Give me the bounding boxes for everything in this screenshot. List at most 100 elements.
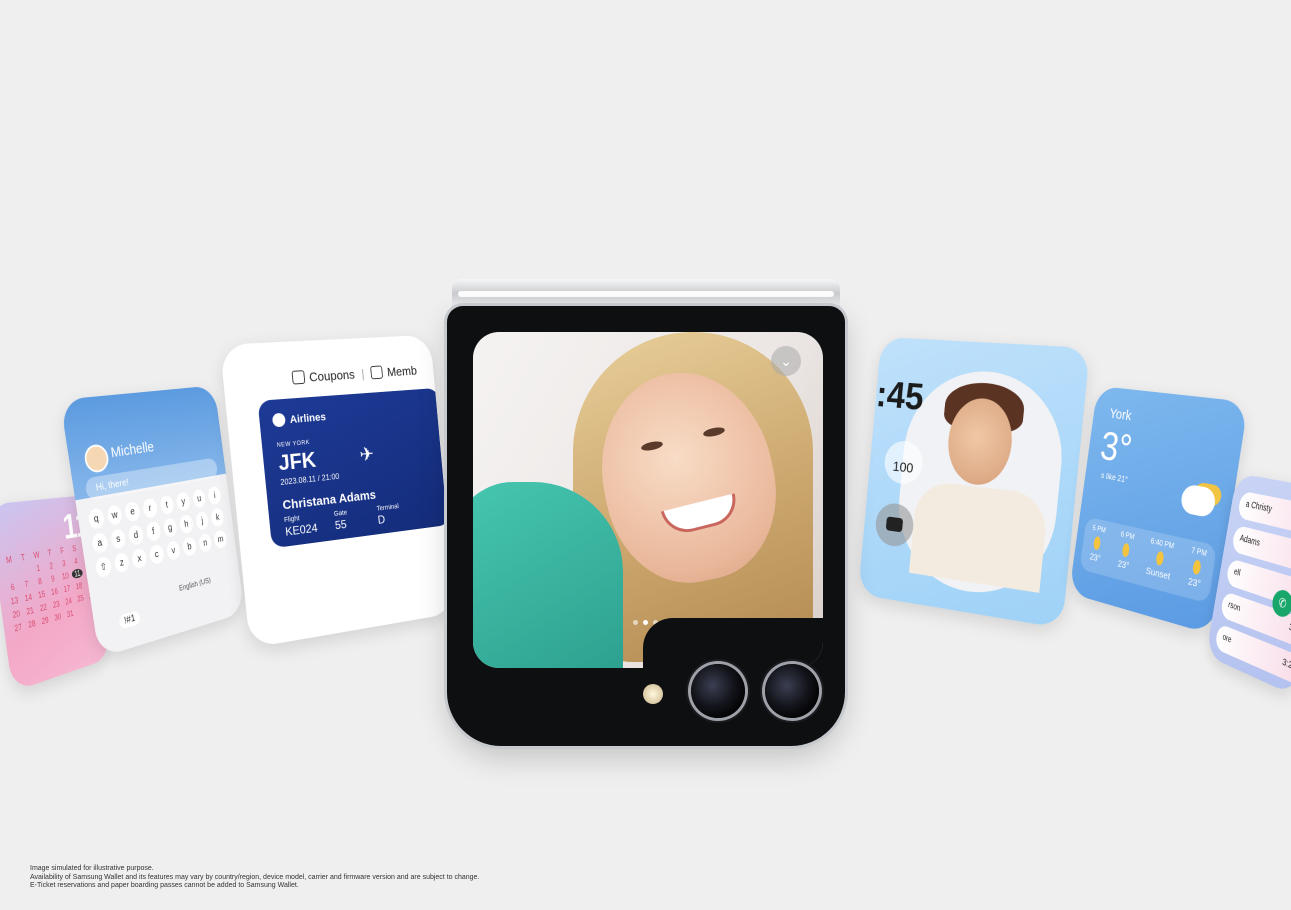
keyboard-key[interactable]: b [182, 536, 197, 558]
keyboard-key[interactable]: q [87, 507, 105, 530]
tab-coupons[interactable]: Coupons [309, 367, 356, 384]
calendar-day: 6 [10, 581, 16, 593]
keyboard: q w e r t y u i a s d f g h j k ⇧ z x c v b n m [87, 485, 228, 579]
keyboard-key[interactable]: a [91, 531, 109, 555]
keyboard-key[interactable]: u [191, 488, 207, 509]
keyboard-key[interactable]: t [159, 494, 175, 516]
page-dot [633, 620, 638, 625]
keyboard-key[interactable]: s [109, 527, 127, 551]
calendar-day: T [20, 552, 26, 563]
airport-code: JFK [277, 447, 318, 476]
calendar-day: 21 [25, 605, 35, 617]
calendar-day: 11 [71, 568, 84, 580]
calendar-day: 31 [66, 608, 74, 620]
keyboard-symbols-key[interactable]: !#1 [118, 609, 141, 630]
hourly-forecast: 5 PM 23° 6 PM 23° 6:40 PM Sunset 7 PM 23° [1079, 516, 1218, 604]
calendar-day: 23 [52, 598, 61, 610]
keyboard-key[interactable]: g [162, 517, 178, 539]
caller-name: a Christy [1244, 499, 1273, 515]
chat-contact-name: Michelle [109, 438, 156, 462]
gate-value: 55 [334, 517, 348, 533]
keyboard-key[interactable]: v [165, 539, 181, 562]
calendar-day [4, 567, 18, 579]
page-dot-active [643, 620, 648, 625]
tab-separator: | [360, 366, 366, 381]
chat-header: Michelle Hi, there! [59, 385, 226, 502]
calendar-day: T [47, 547, 53, 558]
calendar-day: F [59, 545, 65, 556]
terminal-value: D [377, 512, 386, 527]
call-time: 3:22 PM [1281, 657, 1291, 679]
calendar-day: 17 [63, 583, 71, 594]
terminal-label: Terminal [376, 503, 400, 513]
keyboard-key[interactable]: f [145, 520, 162, 543]
keyboard-key[interactable]: w [106, 504, 124, 527]
airline-logo-icon [271, 412, 286, 428]
calendar-day: 7 [24, 579, 30, 590]
disclaimer-line-1: Image simulated for illustrative purpose… [30, 865, 154, 872]
hourly-time: 6 PM [1120, 529, 1136, 542]
caller-name: Adams [1239, 533, 1261, 549]
avatar [82, 443, 111, 475]
keyboard-key[interactable]: i [207, 485, 222, 506]
hourly-time: 7 PM [1190, 545, 1208, 559]
chevron-down-icon[interactable]: ⌄ [771, 346, 801, 376]
calendar-day: 16 [50, 586, 59, 597]
calendar-day: 2 [48, 560, 54, 571]
calendar-day: 4 [73, 556, 78, 566]
weather-temperature: 3° [1097, 423, 1135, 473]
keyboard-key[interactable]: z [113, 551, 131, 574]
calendar-day: 20 [11, 608, 21, 620]
calendar-day [18, 565, 32, 577]
disclaimer-line-3: E-Ticket reservations and paper boarding… [30, 882, 299, 890]
calendar-day: 27 [13, 621, 23, 634]
calendar-day: 29 [41, 614, 50, 627]
tab-membership[interactable]: Memb [386, 363, 417, 379]
keyboard-key[interactable]: y [175, 491, 191, 512]
coupon-icon [291, 370, 306, 385]
hourly-temp: 23° [1117, 559, 1130, 572]
calendar-day: M [5, 554, 13, 566]
calendar-day: 1 [35, 563, 41, 574]
calendar-day: 13 [10, 595, 19, 607]
plane-icon: ✈ [358, 443, 375, 466]
keyboard-key[interactable]: k [210, 507, 225, 528]
wallet-tabs: Coupons | Memb [291, 363, 417, 385]
keyboard-key[interactable]: x [131, 547, 148, 570]
calendar-day: S [71, 543, 77, 554]
keyboard-key[interactable]: m [213, 529, 228, 550]
keyboard-key[interactable]: d [127, 524, 145, 547]
stage: 11 MTWTFSS123456789101112131415161718192… [0, 0, 1291, 910]
keyboard-key[interactable]: ⇧ [94, 555, 113, 579]
keyboard-key[interactable]: j [194, 510, 210, 531]
passenger-name: Christana Adams [281, 487, 377, 513]
keyboard-key[interactable]: c [148, 543, 165, 566]
calendar-day: 30 [53, 611, 62, 623]
flip-phone: ⌄ [447, 306, 845, 746]
keyboard-language: English (US) [178, 576, 212, 593]
calendar-day: 15 [37, 589, 46, 600]
keyboard-key[interactable]: n [197, 532, 213, 554]
sun-icon [1155, 550, 1165, 567]
call-time: 3:22 PM [1288, 622, 1291, 643]
clock-widget-card: :45 100 [858, 336, 1091, 629]
flash-icon [643, 684, 663, 704]
hourly-item: 6 PM 23° [1114, 525, 1136, 583]
keyboard-key[interactable]: r [141, 497, 158, 519]
calendar-day: 25 [76, 593, 85, 604]
camera-lens-ultrawide [765, 664, 819, 718]
keyboard-key[interactable]: h [178, 513, 194, 535]
hourly-item: 6:40 PM Sunset [1144, 531, 1177, 593]
cover-screen[interactable]: ⌄ [473, 332, 823, 668]
calendar-day: 24 [64, 596, 73, 607]
photo-person-body [908, 479, 1049, 593]
boarding-pass[interactable]: Airlines NEW YORK JFK ✈ 2023.08.11 / 21:… [257, 387, 451, 549]
calendar-day: 22 [39, 602, 48, 614]
calendar-day: 10 [61, 570, 70, 582]
calendar-day: 14 [24, 592, 33, 604]
keyboard-key[interactable]: e [124, 500, 141, 523]
hourly-temp: Sunset [1145, 566, 1171, 583]
airline-label: Airlines [271, 410, 326, 428]
sun-icon [1093, 535, 1102, 551]
sun-icon [1191, 559, 1202, 576]
